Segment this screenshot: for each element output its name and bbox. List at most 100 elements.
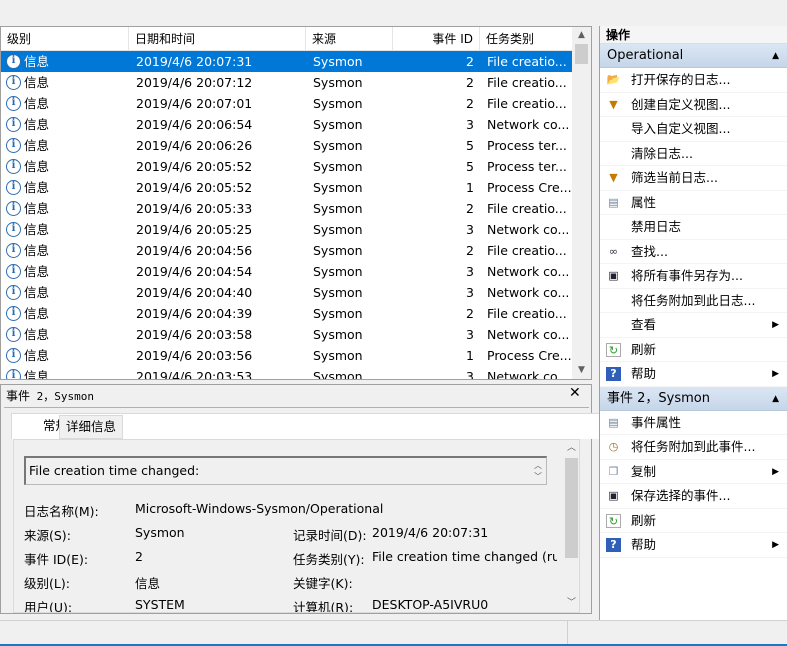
action-label: 事件属性	[631, 414, 682, 430]
action-item[interactable]: ∞ 查找...	[600, 240, 787, 264]
user-label: 用户(U):	[24, 600, 73, 612]
collapse-icon[interactable]: ▲	[772, 44, 779, 68]
table-row[interactable]: i 信息 2019/4/6 20:06:54 Sysmon 3 Network …	[1, 114, 572, 135]
level-cell: 信息	[24, 159, 50, 174]
action-item[interactable]: ▤ 事件属性	[600, 411, 787, 435]
event-id-cell: 2	[466, 243, 474, 258]
column-header-event-id[interactable]: 事件 ID	[393, 27, 480, 51]
task-icon: ◷	[608, 440, 619, 453]
action-label: 创建自定义视图...	[631, 96, 731, 112]
action-item[interactable]: 导入自定义视图...	[600, 117, 787, 142]
action-item[interactable]: 查看 ▶	[600, 313, 787, 338]
action-label: 导入自定义视图...	[631, 121, 731, 136]
section-title: Operational	[607, 48, 684, 63]
datetime-cell: 2019/4/6 20:07:31	[136, 54, 253, 69]
action-item[interactable]: 清除日志...	[600, 142, 787, 166]
info-icon: i	[6, 369, 21, 379]
source-cell: Sysmon	[313, 180, 363, 195]
scrollbar-thumb[interactable]	[565, 458, 578, 558]
column-header-datetime[interactable]: 日期和时间	[129, 27, 306, 51]
column-header-level[interactable]: 级别	[1, 27, 129, 51]
scrollbar-thumb[interactable]	[575, 44, 588, 64]
table-row[interactable]: i 信息 2019/4/6 20:03:56 Sysmon 1 Process …	[1, 345, 572, 366]
info-icon: i	[6, 306, 21, 321]
action-item[interactable]: ↻ 刷新	[600, 509, 787, 533]
save-icon: ▣	[608, 269, 619, 282]
table-row[interactable]: i 信息 2019/4/6 20:04:40 Sysmon 3 Network …	[1, 282, 572, 303]
action-label: 刷新	[631, 512, 657, 528]
table-row[interactable]: i 信息 2019/4/6 20:05:52 Sysmon 1 Process …	[1, 177, 572, 198]
table-row[interactable]: i 信息 2019/4/6 20:06:26 Sysmon 5 Process …	[1, 135, 572, 156]
scroll-down-icon[interactable]: ﹀	[563, 595, 580, 612]
info-icon: i	[6, 222, 21, 237]
tab-details[interactable]: 详细信息	[59, 415, 124, 439]
event-id-cell: 3	[466, 285, 474, 300]
filter-icon: ▼	[609, 97, 618, 111]
scroll-down-icon[interactable]: ▼	[572, 362, 591, 379]
collapse-icon[interactable]: ▲	[772, 387, 779, 411]
action-item[interactable]: ▣ 将所有事件另存为...	[600, 264, 787, 289]
actions-pane: 操作 Operational ▲ 📂 打开保存的日志... ▼ 创建自定义视图... 导入自…	[599, 26, 787, 620]
source-cell: Sysmon	[313, 327, 363, 342]
column-header-source[interactable]: 来源	[306, 27, 393, 51]
table-row[interactable]: i 信息 2019/4/6 20:07:12 Sysmon 2 File cre…	[1, 72, 572, 93]
action-item[interactable]: ↻ 刷新	[600, 338, 787, 362]
datetime-cell: 2019/4/6 20:05:52	[136, 180, 253, 195]
scroll-up-icon[interactable]: ▲	[572, 27, 591, 44]
actions-header: 操作	[600, 26, 787, 44]
list-scrollbar[interactable]: ▲ ▼	[572, 27, 591, 379]
task-value: File creation time changed (rule	[372, 549, 557, 564]
source-cell: Sysmon	[313, 96, 363, 111]
level-cell: 信息	[24, 96, 50, 111]
level-cell: 信息	[24, 138, 50, 153]
level-cell: 信息	[24, 285, 50, 300]
action-item[interactable]: 禁用日志	[600, 215, 787, 240]
table-row[interactable]: i 信息 2019/4/6 20:04:56 Sysmon 2 File cre…	[1, 240, 572, 261]
event-list[interactable]: 级别 日期和时间 来源 事件 ID 任务类别 i 信息 2019/4/6 20:…	[0, 26, 592, 380]
help-icon: ?	[606, 367, 621, 381]
source-label: 来源(S):	[24, 528, 71, 543]
table-row[interactable]: i 信息 2019/4/6 20:04:54 Sysmon 3 Network …	[1, 261, 572, 282]
info-icon: i	[6, 264, 21, 279]
action-item[interactable]: ? 帮助 ▶	[600, 362, 787, 387]
table-row[interactable]: i 信息 2019/4/6 20:07:31 Sysmon 2 File cre…	[1, 51, 572, 72]
level-cell: 信息	[24, 201, 50, 216]
table-row[interactable]: i 信息 2019/4/6 20:05:52 Sysmon 5 Process …	[1, 156, 572, 177]
message-scroll-icon[interactable]: ︿ ﹀	[534, 460, 542, 482]
action-item[interactable]: ▼ 创建自定义视图...	[600, 93, 787, 117]
source-cell: Sysmon	[313, 159, 363, 174]
level-cell: 信息	[24, 180, 50, 195]
event-id-cell: 1	[466, 348, 474, 363]
scroll-up-icon[interactable]: ︿	[563, 440, 580, 457]
action-label: 查找...	[631, 243, 668, 259]
table-row[interactable]: i 信息 2019/4/6 20:03:58 Sysmon 3 Network …	[1, 324, 572, 345]
action-item[interactable]: 将任务附加到此日志...	[600, 289, 787, 313]
event-id-cell: 3	[466, 117, 474, 132]
close-icon[interactable]: ✕	[569, 385, 581, 401]
event-id-cell: 2	[466, 306, 474, 321]
actions-section-header[interactable]: Operational ▲	[600, 44, 787, 68]
action-label: 将任务附加到此事件...	[631, 439, 756, 454]
action-label: 保存选择的事件...	[631, 488, 731, 503]
event-message-box[interactable]: File creation time changed: ︿ ﹀	[24, 456, 547, 485]
action-item[interactable]: 📂 打开保存的日志...	[600, 68, 787, 93]
actions-section-header[interactable]: 事件 2，Sysmon ▲	[600, 386, 787, 411]
action-item[interactable]: ▤ 属性	[600, 191, 787, 215]
action-item[interactable]: ❐ 复制 ▶	[600, 460, 787, 484]
filter-icon: ▼	[609, 171, 618, 184]
table-row[interactable]: i 信息 2019/4/6 20:05:25 Sysmon 3 Network …	[1, 219, 572, 240]
table-row[interactable]: i 信息 2019/4/6 20:04:39 Sysmon 2 File cre…	[1, 303, 572, 324]
copy-icon: ❐	[608, 464, 619, 478]
table-row[interactable]: i 信息 2019/4/6 20:05:33 Sysmon 2 File cre…	[1, 198, 572, 219]
task-category-cell: File creatio...	[487, 54, 567, 69]
action-item[interactable]: ▣ 保存选择的事件...	[600, 484, 787, 509]
table-row[interactable]: i 信息 2019/4/6 20:03:53 Sysmon 3 Network …	[1, 366, 572, 379]
table-row[interactable]: i 信息 2019/4/6 20:07:01 Sysmon 2 File cre…	[1, 93, 572, 114]
toolbar-area	[0, 0, 787, 20]
action-item[interactable]: ? 帮助 ▶	[600, 533, 787, 558]
binoculars-icon: ∞	[608, 244, 619, 258]
action-item[interactable]: ▼ 筛选当前日志...	[600, 166, 787, 191]
detail-scrollbar[interactable]: ︿ ﹀	[563, 440, 580, 612]
column-header-task-category[interactable]: 任务类别	[480, 27, 572, 51]
action-item[interactable]: ◷ 将任务附加到此事件...	[600, 435, 787, 460]
